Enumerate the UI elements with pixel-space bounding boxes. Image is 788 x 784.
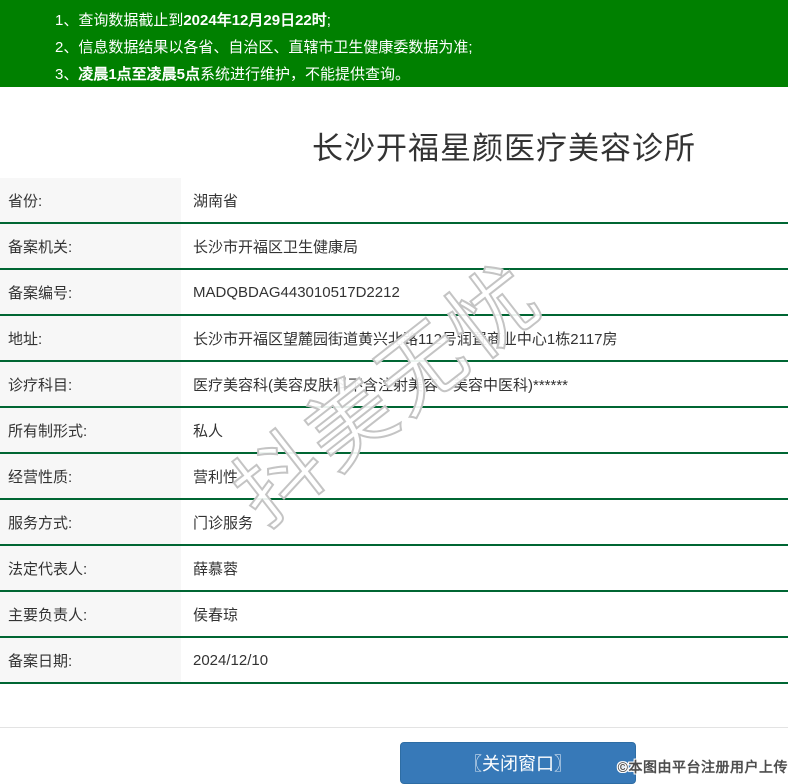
table-row-registration-date: 备案日期: 2024/12/10 xyxy=(0,638,788,684)
row-label: 主要负责人: xyxy=(0,592,181,636)
row-label: 诊疗科目: xyxy=(0,362,181,406)
table-row-service-mode: 服务方式: 门诊服务 xyxy=(0,500,788,546)
row-label: 备案编号: xyxy=(0,270,181,314)
row-label: 服务方式: xyxy=(0,500,181,544)
table-row-registration-number: 备案编号: MADQBDAG443010517D2212 xyxy=(0,270,788,316)
row-value: 长沙市开福区望麓园街道黄兴北路112号润置商业中心1栋2117房 xyxy=(193,330,618,348)
notice-1-suffix: ; xyxy=(326,12,331,29)
table-row-business-nature: 经营性质: 营利性 xyxy=(0,454,788,500)
notice-line-3: 3、凌晨1点至凌晨5点系统进行维护，不能提供查询。 xyxy=(55,61,778,88)
row-value: 私人 xyxy=(193,422,224,440)
notice-1-bold: 2024年12月29日22时 xyxy=(183,12,327,29)
row-value: 长沙市开福区卫生健康局 xyxy=(193,238,359,256)
row-value: 薛慕蓉 xyxy=(193,560,239,578)
table-row-address: 地址: 长沙市开福区望麓园街道黄兴北路112号润置商业中心1栋2117房 xyxy=(0,316,788,362)
notice-line-1: 1、查询数据截止到2024年12月29日22时; xyxy=(55,7,778,34)
row-value: 医疗美容科(美容皮肤科不含注射美容、美容中医科)****** xyxy=(193,376,569,394)
notice-2-text: 2、信息数据结果以各省、自治区、直辖市卫生健康委数据为准; xyxy=(55,39,473,56)
notice-line-2: 2、信息数据结果以各省、自治区、直辖市卫生健康委数据为准; xyxy=(55,34,778,61)
row-label: 法定代表人: xyxy=(0,546,181,590)
notice-3-text: 3、 xyxy=(55,66,79,83)
row-label: 所有制形式: xyxy=(0,408,181,452)
table-row-ownership: 所有制形式: 私人 xyxy=(0,408,788,454)
row-value: 2024/12/10 xyxy=(193,651,269,669)
table-row-medical-subjects: 诊疗科目: 医疗美容科(美容皮肤科不含注射美容、美容中医科)****** xyxy=(0,362,788,408)
notice-3-bold: 凌晨1点至凌晨5点 xyxy=(78,66,201,83)
row-label: 备案机关: xyxy=(0,224,181,268)
notice-banner: 1、查询数据截止到2024年12月29日22时; 2、信息数据结果以各省、自治区… xyxy=(0,0,788,87)
row-label: 备案日期: xyxy=(0,638,181,682)
close-window-button[interactable]: 〖关闭窗口〗 xyxy=(400,742,636,784)
registration-info-table: 省份: 湖南省 备案机关: 长沙市开福区卫生健康局 备案编号: MADQBDAG… xyxy=(0,178,788,684)
row-value: 侯春琼 xyxy=(193,606,239,624)
table-row-legal-representative: 法定代表人: 薛慕蓉 xyxy=(0,546,788,592)
upload-credit-watermark: ©本图由平台注册用户上传 xyxy=(617,759,788,775)
notice-1-text: 1、查询数据截止到 xyxy=(55,12,184,29)
row-label: 经营性质: xyxy=(0,454,181,498)
row-label: 地址: xyxy=(0,316,181,360)
row-value: MADQBDAG443010517D2212 xyxy=(193,283,400,301)
row-value: 门诊服务 xyxy=(193,514,254,532)
row-label: 省份: xyxy=(0,178,181,222)
table-row-authority: 备案机关: 长沙市开福区卫生健康局 xyxy=(0,224,788,270)
table-row-province: 省份: 湖南省 xyxy=(0,178,788,224)
row-value: 湖南省 xyxy=(193,192,239,210)
footer-divider xyxy=(0,727,788,728)
table-row-principal: 主要负责人: 侯春琼 xyxy=(0,592,788,638)
row-value: 营利性 xyxy=(193,468,239,486)
notice-3-suffix: 系统进行维护，不能提供查询。 xyxy=(200,66,411,83)
page-title: 长沙开福星颜医疗美容诊所 xyxy=(312,131,696,166)
